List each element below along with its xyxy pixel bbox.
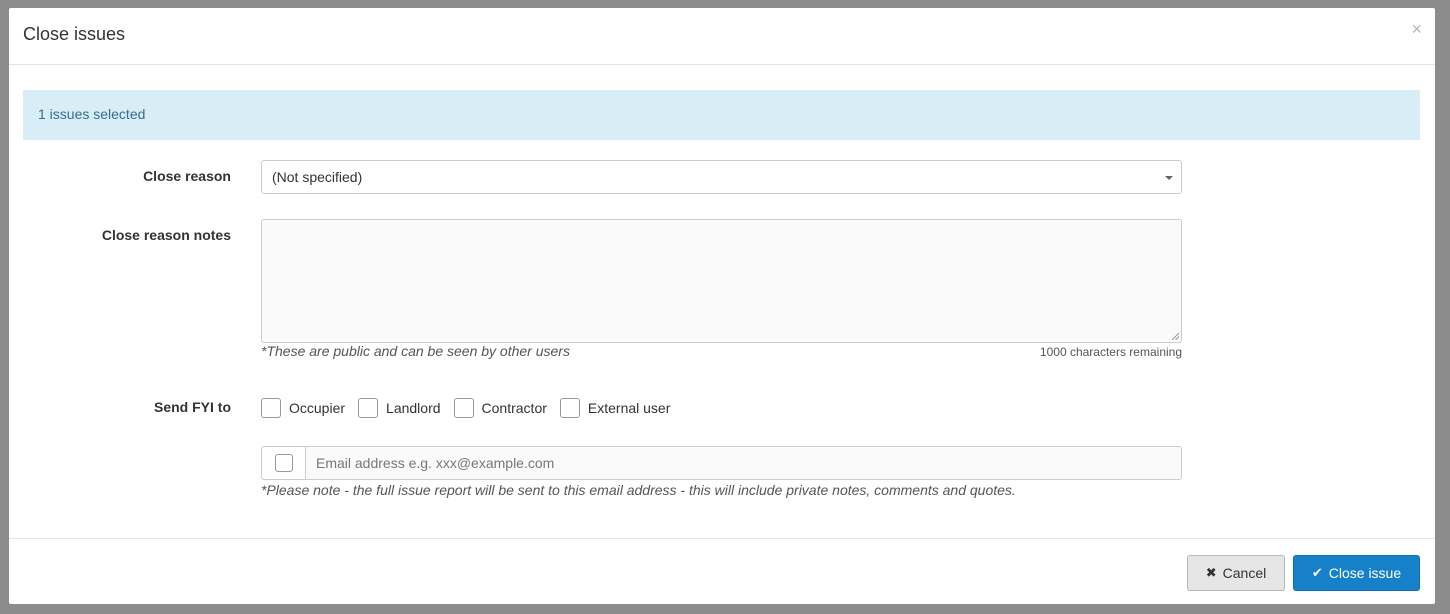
close-reason-select[interactable]: (Not specified): [261, 160, 1182, 194]
fyi-option-external-user[interactable]: External user: [559, 398, 671, 418]
send-fyi-label: Send FYI to: [154, 399, 231, 415]
contractor-checkbox[interactable]: [453, 398, 474, 418]
modal-header: Close issues ×: [9, 8, 1435, 65]
email-input-group: Email address e.g. xxx@example.com: [261, 446, 1182, 480]
landlord-label: Landlord: [386, 400, 441, 416]
fyi-recipients: Occupier Landlord Contractor External us…: [261, 397, 683, 419]
characters-remaining: 1000 characters remaining: [1039, 345, 1182, 359]
modal-title: Close issues: [23, 24, 126, 44]
selection-alert: 1 issues selected: [23, 90, 1420, 140]
external-user-label: External user: [587, 400, 671, 416]
check-icon: ✔: [1311, 565, 1323, 580]
close-reason-selected: (Not specified): [272, 169, 363, 185]
occupier-checkbox[interactable]: [261, 398, 281, 418]
modal-footer: ✖ Cancel ✔ Close issue: [9, 538, 1435, 604]
times-icon: ✖: [1205, 565, 1217, 580]
occupier-label: Occupier: [289, 400, 346, 416]
email-report-note: *Please note - the full issue report wil…: [261, 482, 1016, 498]
resize-handle-icon[interactable]: [1172, 333, 1179, 340]
email-checkbox-addon: [261, 446, 305, 480]
close-issue-button-label: Close issue: [1328, 565, 1402, 581]
email-checkbox[interactable]: [274, 454, 293, 472]
cancel-button[interactable]: ✖ Cancel: [1187, 555, 1285, 591]
cancel-button-label: Cancel: [1222, 565, 1267, 581]
close-issue-button[interactable]: ✔ Close issue: [1293, 555, 1420, 591]
contractor-label: Contractor: [481, 400, 547, 416]
fyi-option-occupier[interactable]: Occupier: [261, 398, 345, 418]
fyi-option-landlord[interactable]: Landlord: [358, 398, 441, 418]
close-reason-label: Close reason: [143, 168, 231, 184]
email-field[interactable]: Email address e.g. xxx@example.com: [305, 446, 1182, 480]
external-user-checkbox[interactable]: [559, 398, 580, 418]
close-reason-notes-textarea[interactable]: [261, 219, 1182, 343]
fyi-option-contractor[interactable]: Contractor: [453, 398, 547, 418]
landlord-checkbox[interactable]: [358, 398, 379, 418]
close-reason-notes-label: Close reason notes: [101, 227, 231, 243]
chevron-down-icon: [1165, 176, 1173, 180]
notes-public-help: *These are public and can be seen by oth…: [261, 343, 570, 359]
close-issues-dialog: Close issues × 1 issues selected Close r…: [9, 8, 1435, 604]
close-icon[interactable]: ×: [1411, 20, 1422, 38]
